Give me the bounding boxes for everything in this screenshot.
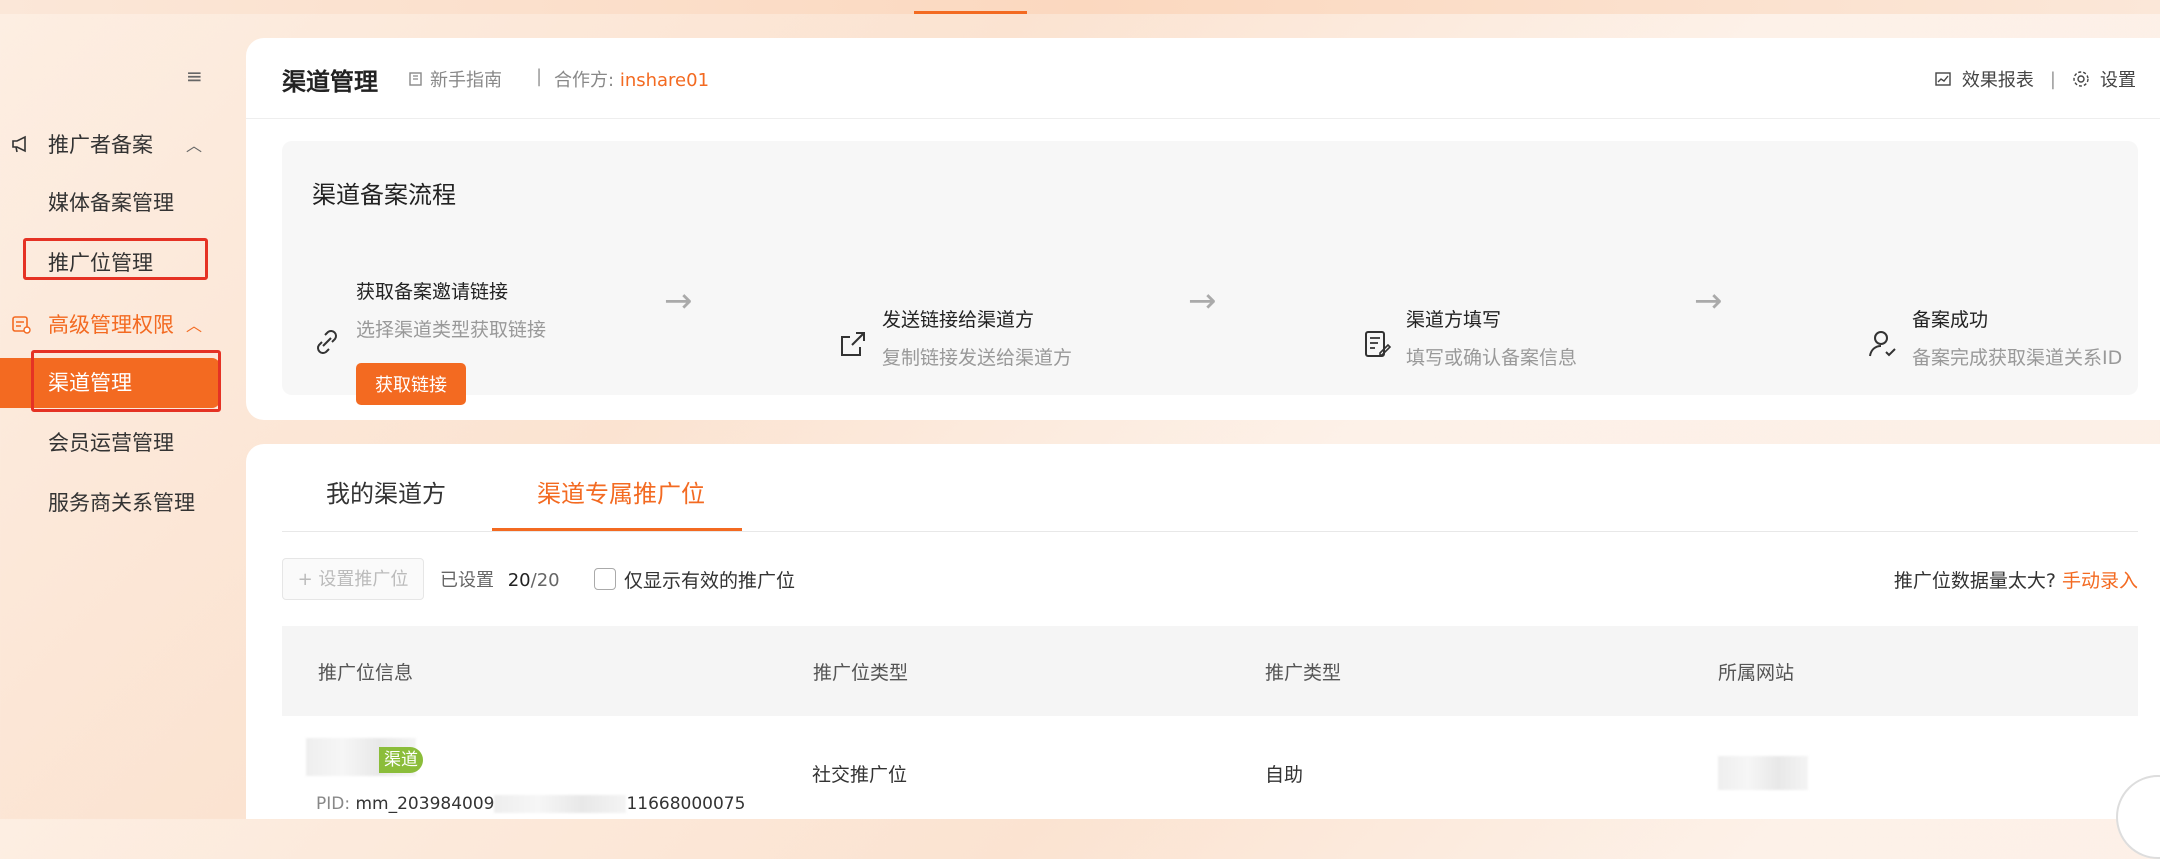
separator: | bbox=[2049, 68, 2056, 90]
position-type: 社交推广位 bbox=[812, 764, 908, 786]
page-title: 渠道管理 bbox=[282, 68, 378, 96]
top-strip bbox=[0, 0, 2160, 14]
column-header: 所属网站 bbox=[1718, 662, 1795, 684]
checkbox-label: 仅显示有效的推广位 bbox=[624, 570, 796, 592]
chevron-up-icon: ︿ bbox=[186, 316, 203, 335]
step-title: 发送链接给渠道方 bbox=[882, 309, 1035, 331]
flow-title: 渠道备案流程 bbox=[312, 181, 456, 209]
sidebar-item-provider[interactable]: 服务商关系管理 bbox=[0, 483, 246, 523]
partner-value: inshare01 bbox=[619, 70, 710, 91]
tab-channel-positions[interactable]: 渠道专属推广位 bbox=[537, 474, 705, 509]
sidebar-item-label: 服务商关系管理 bbox=[48, 491, 195, 515]
list-card: 我的渠道方 渠道专属推广位 + 设置推广位 已设置 20/20 仅显示有效的推广… bbox=[246, 444, 2160, 859]
pid-start: mm_203984009 bbox=[355, 794, 495, 814]
arrow-right-icon: → bbox=[664, 281, 693, 321]
column-header: 推广位类型 bbox=[813, 662, 909, 684]
step-desc: 选择渠道类型获取链接 bbox=[356, 319, 547, 341]
header-card: 渠道管理 新手指南 | 合作方: inshare01 效果报表 | 设置 渠道备… bbox=[246, 38, 2160, 420]
link-icon bbox=[317, 330, 337, 354]
header-actions: 效果报表 | 设置 bbox=[1934, 66, 2136, 92]
step-title: 获取备案邀请链接 bbox=[356, 281, 509, 303]
guide-link[interactable]: 新手指南 bbox=[408, 66, 502, 92]
manual-entry-link[interactable]: 手动录入 bbox=[2062, 570, 2138, 592]
user-check-icon bbox=[1869, 331, 1896, 357]
nav-group-label: 推广者备案 bbox=[48, 133, 153, 157]
redacted-website bbox=[1718, 756, 1808, 790]
tab-my-channels[interactable]: 我的渠道方 bbox=[326, 474, 446, 509]
report-link[interactable]: 效果报表 bbox=[1962, 66, 2034, 92]
sidebar-item-label: 会员运营管理 bbox=[48, 431, 174, 455]
set-count-value: 20 bbox=[507, 570, 531, 591]
column-header: 推广位信息 bbox=[318, 662, 414, 684]
nav-group-advanced[interactable]: 高级管理权限 ︿ bbox=[0, 304, 246, 344]
valid-only-checkbox[interactable] bbox=[594, 568, 616, 590]
settings-link[interactable]: 设置 bbox=[2100, 66, 2136, 92]
get-link-button[interactable]: 获取链接 bbox=[356, 363, 466, 405]
table-row[interactable]: 渠道 PID: mm_203984009 11668000075 社交推广位 自助 bbox=[282, 716, 2138, 819]
partner-label: 合作方: bbox=[554, 70, 615, 91]
form-icon bbox=[1365, 331, 1392, 357]
set-count-label: 已设置 bbox=[440, 570, 494, 591]
megaphone-icon bbox=[12, 135, 26, 153]
channel-badge: 渠道 bbox=[379, 747, 423, 773]
pid-end: 11668000075 bbox=[626, 794, 746, 814]
chevron-up-icon: ︿ bbox=[186, 136, 203, 155]
nav-group-label: 高级管理权限 bbox=[48, 313, 174, 337]
guide-label: 新手指南 bbox=[430, 70, 502, 91]
sidebar-item-media[interactable]: 媒体备案管理 bbox=[0, 183, 246, 223]
gear-icon bbox=[2073, 71, 2089, 87]
highlight-box bbox=[31, 350, 221, 412]
chart-icon bbox=[1935, 72, 1951, 86]
active-tab-indicator bbox=[492, 528, 742, 531]
step-desc: 复制链接发送给渠道方 bbox=[882, 347, 1073, 369]
separator: | bbox=[536, 66, 543, 87]
top-indicator bbox=[914, 11, 1027, 14]
table-header: 推广位信息 推广位类型 推广类型 所属网站 bbox=[282, 626, 2138, 716]
arrow-right-icon: → bbox=[1694, 281, 1723, 321]
sidebar: ≡ 推广者备案 ︿ 媒体备案管理 推广位管理 高级管理权限 ︿ 渠道管理 会员运… bbox=[0, 14, 246, 819]
step-desc: 备案完成获取渠道关系ID bbox=[1912, 347, 2123, 369]
promotion-type: 自助 bbox=[1265, 764, 1304, 786]
pid-label: PID: bbox=[316, 794, 351, 814]
column-header: 推广类型 bbox=[1265, 662, 1342, 684]
step-title: 备案成功 bbox=[1912, 309, 1989, 331]
share-icon bbox=[841, 332, 865, 356]
tip-text: 推广位数据量太大? bbox=[1893, 570, 2056, 592]
set-count: 已设置 20/20 bbox=[440, 566, 560, 592]
set-count-total: /20 bbox=[530, 570, 560, 591]
tabs-divider bbox=[282, 531, 2138, 532]
data-tip: 推广位数据量太大? 手动录入 bbox=[1894, 566, 2138, 593]
collapse-menu-icon[interactable]: ≡ bbox=[186, 64, 203, 88]
sidebar-item-member[interactable]: 会员运营管理 bbox=[0, 423, 246, 463]
redacted-pid bbox=[494, 795, 627, 813]
arrow-right-icon: → bbox=[1188, 281, 1217, 321]
nav-group-promoter[interactable]: 推广者备案 ︿ bbox=[0, 124, 246, 164]
step-title: 渠道方填写 bbox=[1406, 309, 1502, 331]
pid-text: PID: mm_203984009 11668000075 bbox=[316, 794, 745, 814]
book-icon bbox=[409, 72, 422, 86]
step-desc: 填写或确认备案信息 bbox=[1406, 347, 1578, 369]
sidebar-item-label: 媒体备案管理 bbox=[48, 191, 174, 215]
divider bbox=[246, 118, 2160, 119]
set-position-button[interactable]: + 设置推广位 bbox=[282, 558, 424, 600]
highlight-box bbox=[23, 238, 208, 280]
admin-icon bbox=[12, 316, 31, 334]
flow-panel: 渠道备案流程 获取备案邀请链接 选择渠道类型获取链接 获取链接 → 发送链接给渠… bbox=[282, 141, 2138, 405]
partner-info: 合作方: inshare01 bbox=[554, 66, 709, 92]
